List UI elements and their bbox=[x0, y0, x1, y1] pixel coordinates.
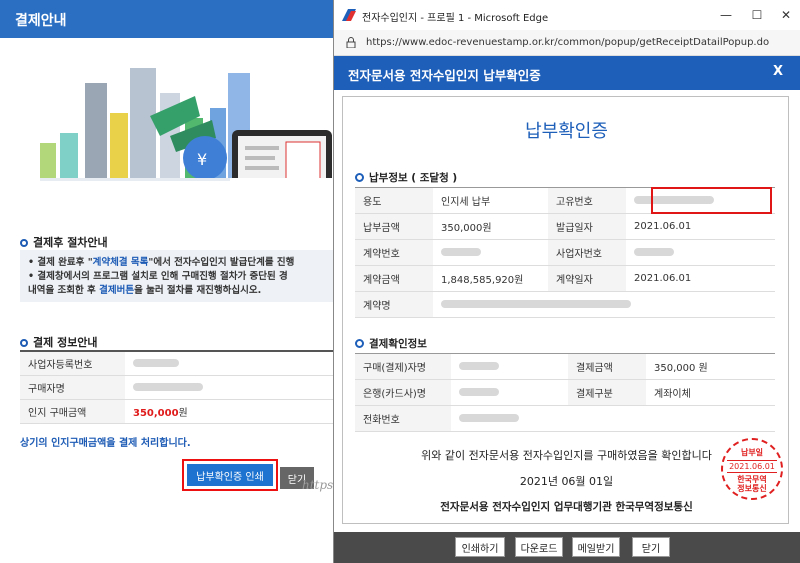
address-bar[interactable]: https://www.edoc-revenuestamp.or.kr/comm… bbox=[334, 30, 800, 56]
footer-close-button[interactable]: 닫기 bbox=[632, 537, 670, 557]
payment-amount-value: 350,000 원 bbox=[646, 353, 775, 380]
confirm-section-title: 결제확인정보 bbox=[355, 336, 427, 351]
city-illustration: ¥ bbox=[0, 38, 333, 218]
business-number-value bbox=[125, 351, 333, 376]
section-bullet-icon bbox=[20, 339, 28, 347]
issue-date-value: 2021.06.01 bbox=[626, 213, 775, 240]
contract-date-label: 계약일자 bbox=[548, 265, 626, 292]
paid-amount-label: 납부금액 bbox=[355, 213, 433, 240]
process-note: 상기의 인지구매금액을 결제 처리합니다. bbox=[20, 438, 191, 449]
edge-popup-window: 전자수입인지 - 프로필 1 - Microsoft Edge — ☐ ✕ ht… bbox=[333, 0, 800, 563]
contract-date-value: 2021.06.01 bbox=[626, 265, 775, 292]
payment-guide-page: 결제안내 ¥ 결제후 절차안내 • 결제 완료후 "계약체결 목록"에서 전자수… bbox=[0, 0, 486, 563]
page-title: 결제안내 bbox=[15, 13, 67, 29]
table-row: 계약금액 1,848,585,920원 계약일자 2021.06.01 bbox=[355, 265, 775, 292]
popup-footer: 인쇄하기 다운로드 메일받기 닫기 bbox=[334, 532, 800, 563]
popup-header: 전자문서용 전자수입인지 납부확인증 X bbox=[334, 56, 800, 90]
table-row: 구매자명 bbox=[20, 375, 333, 400]
svg-text:¥: ¥ bbox=[197, 150, 207, 169]
table-row: 은행(카드사)명 결제구분 계좌이체 bbox=[355, 379, 775, 406]
bank-name-value bbox=[451, 379, 568, 406]
business-number-label: 사업자등록번호 bbox=[20, 351, 125, 376]
contract-name-label: 계약명 bbox=[355, 291, 433, 318]
table-row: 구매(결제)자명 결제금액 350,000 원 bbox=[355, 353, 775, 380]
receipt-frame: 납부확인증 납부정보 ( 조달청 ) 용도 인지세 납부 고유번호 납부금액 3… bbox=[342, 96, 789, 524]
phone-value bbox=[451, 405, 775, 432]
contract-amount-label: 계약금액 bbox=[355, 265, 433, 292]
pay-button-link[interactable]: 결제버튼 bbox=[99, 285, 134, 296]
section-bullet-icon bbox=[355, 339, 364, 348]
table-row: 사업자등록번호 bbox=[20, 351, 333, 376]
url-text[interactable]: https://www.edoc-revenuestamp.or.kr/comm… bbox=[366, 37, 769, 48]
table-row: 전화번호 bbox=[355, 405, 775, 432]
print-button-highlight: 납부확인증 인쇄 bbox=[182, 459, 278, 491]
receipt-title: 납부확인증 bbox=[525, 121, 608, 142]
purpose-value: 인지세 납부 bbox=[433, 187, 548, 214]
lock-icon bbox=[346, 37, 356, 48]
unique-number-label: 고유번호 bbox=[548, 187, 626, 214]
minimize-button[interactable]: — bbox=[714, 6, 738, 24]
stamp-amount-value: 350,000원 bbox=[125, 399, 333, 424]
procedure-guide-box: • 결제 완료후 "계약체결 목록"에서 전자수입인지 발급단계를 진행 • 결… bbox=[20, 250, 333, 302]
page-header: 결제안내 bbox=[0, 0, 333, 38]
contract-amount-value: 1,848,585,920원 bbox=[433, 265, 548, 292]
buyer-name-value bbox=[125, 375, 333, 400]
maximize-button[interactable]: ☐ bbox=[745, 6, 769, 24]
contract-number-value bbox=[433, 239, 548, 266]
contract-list-link[interactable]: 계약체결 목록 bbox=[93, 257, 149, 268]
procedure-line-2: • 결제창에서의 프로그램 설치로 인해 구매진행 절차가 중단된 경 bbox=[28, 271, 288, 282]
payment-amount-label: 결제금액 bbox=[568, 353, 646, 380]
download-button[interactable]: 다운로드 bbox=[515, 537, 563, 557]
purpose-label: 용도 bbox=[355, 187, 433, 214]
stamp-amount-label: 인지 구매금액 bbox=[20, 399, 125, 424]
table-row: 계약번호 사업자번호 bbox=[355, 239, 775, 266]
window-title: 전자수입인지 - 프로필 1 - Microsoft Edge bbox=[362, 13, 549, 24]
table-row: 계약명 bbox=[355, 291, 775, 318]
table-row: 납부금액 350,000원 발급일자 2021.06.01 bbox=[355, 213, 775, 240]
contract-name-value bbox=[433, 291, 775, 318]
confirm-info-grid: 구매(결제)자명 결제금액 350,000 원 은행(카드사)명 결제구분 계좌… bbox=[355, 353, 775, 432]
procedure-section-title: 결제후 절차안내 bbox=[20, 234, 108, 250]
procedure-line-3: 내역을 조회한 후 결제버튼을 눌러 절차를 재진행하십시오. bbox=[28, 285, 262, 296]
issue-date-label: 발급일자 bbox=[548, 213, 626, 240]
contract-number-label: 계약번호 bbox=[355, 239, 433, 266]
paid-amount-value: 350,000원 bbox=[433, 213, 548, 240]
payment-type-label: 결제구분 bbox=[568, 379, 646, 406]
window-close-button[interactable]: ✕ bbox=[774, 6, 798, 24]
procedure-line-1: • 결제 완료후 "계약체결 목록"에서 전자수입인지 발급단계를 진행 bbox=[28, 257, 295, 268]
section-bullet-icon bbox=[20, 239, 28, 247]
business-number-label: 사업자번호 bbox=[548, 239, 626, 266]
buyer-name-label: 구매자명 bbox=[20, 375, 125, 400]
bank-name-label: 은행(카드사)명 bbox=[355, 379, 451, 406]
popup-close-icon[interactable]: X bbox=[773, 64, 783, 79]
issuing-organization: 전자문서용 전자수입인지 업무대행기관 한국무역정보통신 bbox=[440, 501, 693, 513]
print-receipt-button[interactable]: 납부확인증 인쇄 bbox=[187, 464, 273, 486]
site-logo-icon bbox=[342, 9, 356, 21]
business-number-value bbox=[626, 239, 775, 266]
payment-info-table: 사업자등록번호 구매자명 인지 구매금액 350,000원 bbox=[20, 350, 333, 424]
buyer-name-label: 구매(결제)자명 bbox=[355, 353, 451, 380]
window-titlebar[interactable]: 전자수입인지 - 프로필 1 - Microsoft Edge — ☐ ✕ bbox=[334, 0, 800, 30]
payinfo-section-title: 결제 정보안내 bbox=[20, 334, 98, 350]
popup-title: 전자문서용 전자수입인지 납부확인증 bbox=[348, 68, 541, 83]
print-button[interactable]: 인쇄하기 bbox=[455, 537, 505, 557]
section-bullet-icon bbox=[355, 173, 364, 182]
email-button[interactable]: 메일받기 bbox=[572, 537, 620, 557]
popup-body: 납부확인증 납부정보 ( 조달청 ) 용도 인지세 납부 고유번호 납부금액 3… bbox=[334, 90, 800, 532]
payment-type-value: 계좌이체 bbox=[646, 379, 775, 406]
official-seal-stamp: 납부일 2021.06.01 한국무역 정보통신 bbox=[721, 438, 783, 500]
table-row: 인지 구매금액 350,000원 bbox=[20, 399, 333, 424]
unique-number-highlight bbox=[651, 187, 772, 214]
phone-label: 전화번호 bbox=[355, 405, 451, 432]
payment-section-title: 납부정보 ( 조달청 ) bbox=[355, 170, 457, 185]
buyer-name-value bbox=[451, 353, 568, 380]
